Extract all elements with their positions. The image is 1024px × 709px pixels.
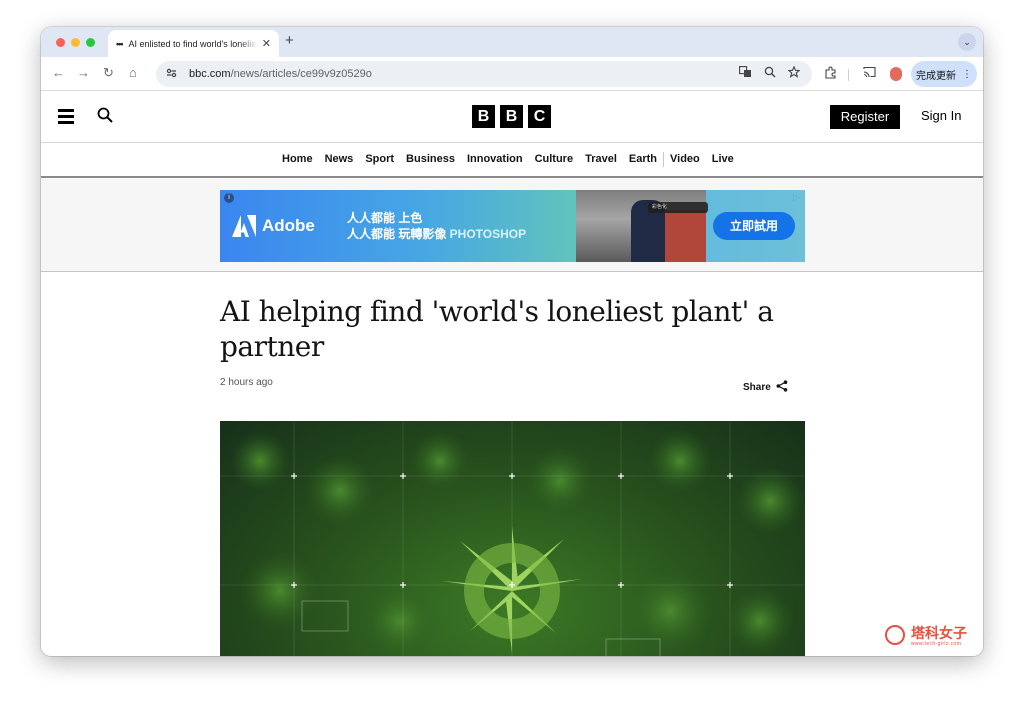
address-bar[interactable]: bbc.com/news/articles/ce99v9z0529o xyxy=(156,61,812,87)
adobe-logo-icon xyxy=(232,215,256,237)
back-button[interactable]: ← xyxy=(52,65,65,81)
forward-button[interactable]: → xyxy=(77,65,90,81)
menu-hamburger-icon[interactable] xyxy=(58,109,74,124)
adobe-logo: Adobe xyxy=(232,215,315,237)
ad-choices-icon[interactable]: ▷ xyxy=(793,192,803,202)
ad-tagline-2: 人人都能 玩轉影像 PHOTOSHOP xyxy=(347,225,526,242)
register-button[interactable]: Register xyxy=(830,105,900,129)
profile-avatar[interactable] xyxy=(890,67,902,81)
bbc-logo[interactable]: B B C xyxy=(472,105,551,128)
watermark-logo-icon xyxy=(885,625,905,645)
ad-tagline-1: 人人都能 上色 xyxy=(347,211,423,225)
nav-item-home[interactable]: Home xyxy=(282,153,313,167)
url-host: bbc.com xyxy=(189,68,231,80)
site-info-icon[interactable] xyxy=(166,68,177,81)
nav-item-earth[interactable]: Earth xyxy=(629,153,657,167)
logo-letter: B xyxy=(500,105,523,128)
nav-item-sport[interactable]: Sport xyxy=(365,153,394,167)
article-hero-image xyxy=(220,421,805,656)
sign-in-link[interactable]: Sign In xyxy=(921,108,961,123)
bookmark-star-icon[interactable] xyxy=(787,65,801,81)
cast-icon[interactable] xyxy=(863,66,876,81)
share-label: Share xyxy=(743,382,771,393)
logo-letter: C xyxy=(528,105,551,128)
nav-item-travel[interactable]: Travel xyxy=(585,153,617,167)
ad-product-name: PHOTOSHOP xyxy=(449,227,527,241)
browser-window: ••• AI enlisted to find world's lonelies… xyxy=(41,27,983,656)
nav-item-news[interactable]: News xyxy=(325,153,354,167)
nav-item-video[interactable]: Video xyxy=(670,153,700,167)
menu-kebab-icon: ⋮ xyxy=(962,68,972,80)
ad-photo: 彩色化 xyxy=(576,190,708,262)
ad-tagline-2a: 人人都能 玩轉影像 xyxy=(347,227,450,241)
search-icon[interactable] xyxy=(97,107,113,123)
window-minimize-button[interactable] xyxy=(71,38,80,47)
tab-title: AI enlisted to find world's loneliest pl… xyxy=(128,38,257,49)
window-maximize-button[interactable] xyxy=(86,38,95,47)
bbc-header: B B C Register Sign In xyxy=(41,91,983,143)
url-text[interactable]: bbc.com/news/articles/ce99v9z0529o xyxy=(189,68,372,80)
ad-info-icon[interactable]: i xyxy=(224,193,234,203)
zoom-icon[interactable] xyxy=(764,66,776,81)
section-nav: Home News Sport Business Innovation Cult… xyxy=(41,144,983,178)
finish-update-label: 完成更新 xyxy=(916,70,956,82)
ad-brand-text: Adobe xyxy=(262,216,315,235)
url-path: /news/articles/ce99v9z0529o xyxy=(230,68,372,80)
adobe-ad-banner[interactable]: i Adobe 人人都能 上色 人人都能 玩轉影像 PHOTOSHOP 彩色化 … xyxy=(220,190,805,262)
tab-active[interactable]: ••• AI enlisted to find world's lonelies… xyxy=(108,30,279,57)
article-headline: AI helping find 'world's loneliest plant… xyxy=(220,295,774,363)
tab-close-icon[interactable]: ✕ xyxy=(262,37,271,50)
watermark-subtext: www.tech-girlz.com xyxy=(911,641,962,647)
home-button[interactable]: ⌂ xyxy=(129,65,137,81)
nav-divider xyxy=(663,152,665,167)
watermark: 塔科女子 www.tech-girlz.com xyxy=(885,622,980,650)
bbc-favicon-icon: ••• xyxy=(116,38,124,49)
tab-search-button[interactable]: ⌄ xyxy=(958,33,976,51)
share-icon xyxy=(776,380,788,395)
browser-toolbar: ← → ↻ ⌂ bbc.com/news/articles/ce99v9z052… xyxy=(41,57,983,91)
finish-update-button[interactable]: 完成更新 ⋮ xyxy=(911,61,977,87)
ad-photo-ui-label: 彩色化 xyxy=(648,202,708,213)
article-timestamp: 2 hours ago xyxy=(220,377,273,388)
tab-strip: ••• AI enlisted to find world's lonelies… xyxy=(41,27,983,57)
translate-icon[interactable] xyxy=(739,66,752,81)
ad-container: i Adobe 人人都能 上色 人人都能 玩轉影像 PHOTOSHOP 彩色化 … xyxy=(41,179,983,272)
nav-item-innovation[interactable]: Innovation xyxy=(467,153,523,167)
share-button[interactable]: Share xyxy=(743,380,788,395)
nav-item-culture[interactable]: Culture xyxy=(535,153,574,167)
logo-letter: B xyxy=(472,105,495,128)
ad-try-now-button[interactable]: 立即試用 xyxy=(713,212,795,240)
new-tab-button[interactable]: + xyxy=(285,32,294,49)
watermark-text: 塔科女子 xyxy=(911,626,967,642)
reload-button[interactable]: ↻ xyxy=(103,65,114,81)
window-close-button[interactable] xyxy=(56,38,65,47)
extensions-icon[interactable] xyxy=(824,66,837,82)
toolbar-divider xyxy=(848,69,849,81)
nav-item-live[interactable]: Live xyxy=(712,153,734,167)
nav-item-business[interactable]: Business xyxy=(406,153,455,167)
